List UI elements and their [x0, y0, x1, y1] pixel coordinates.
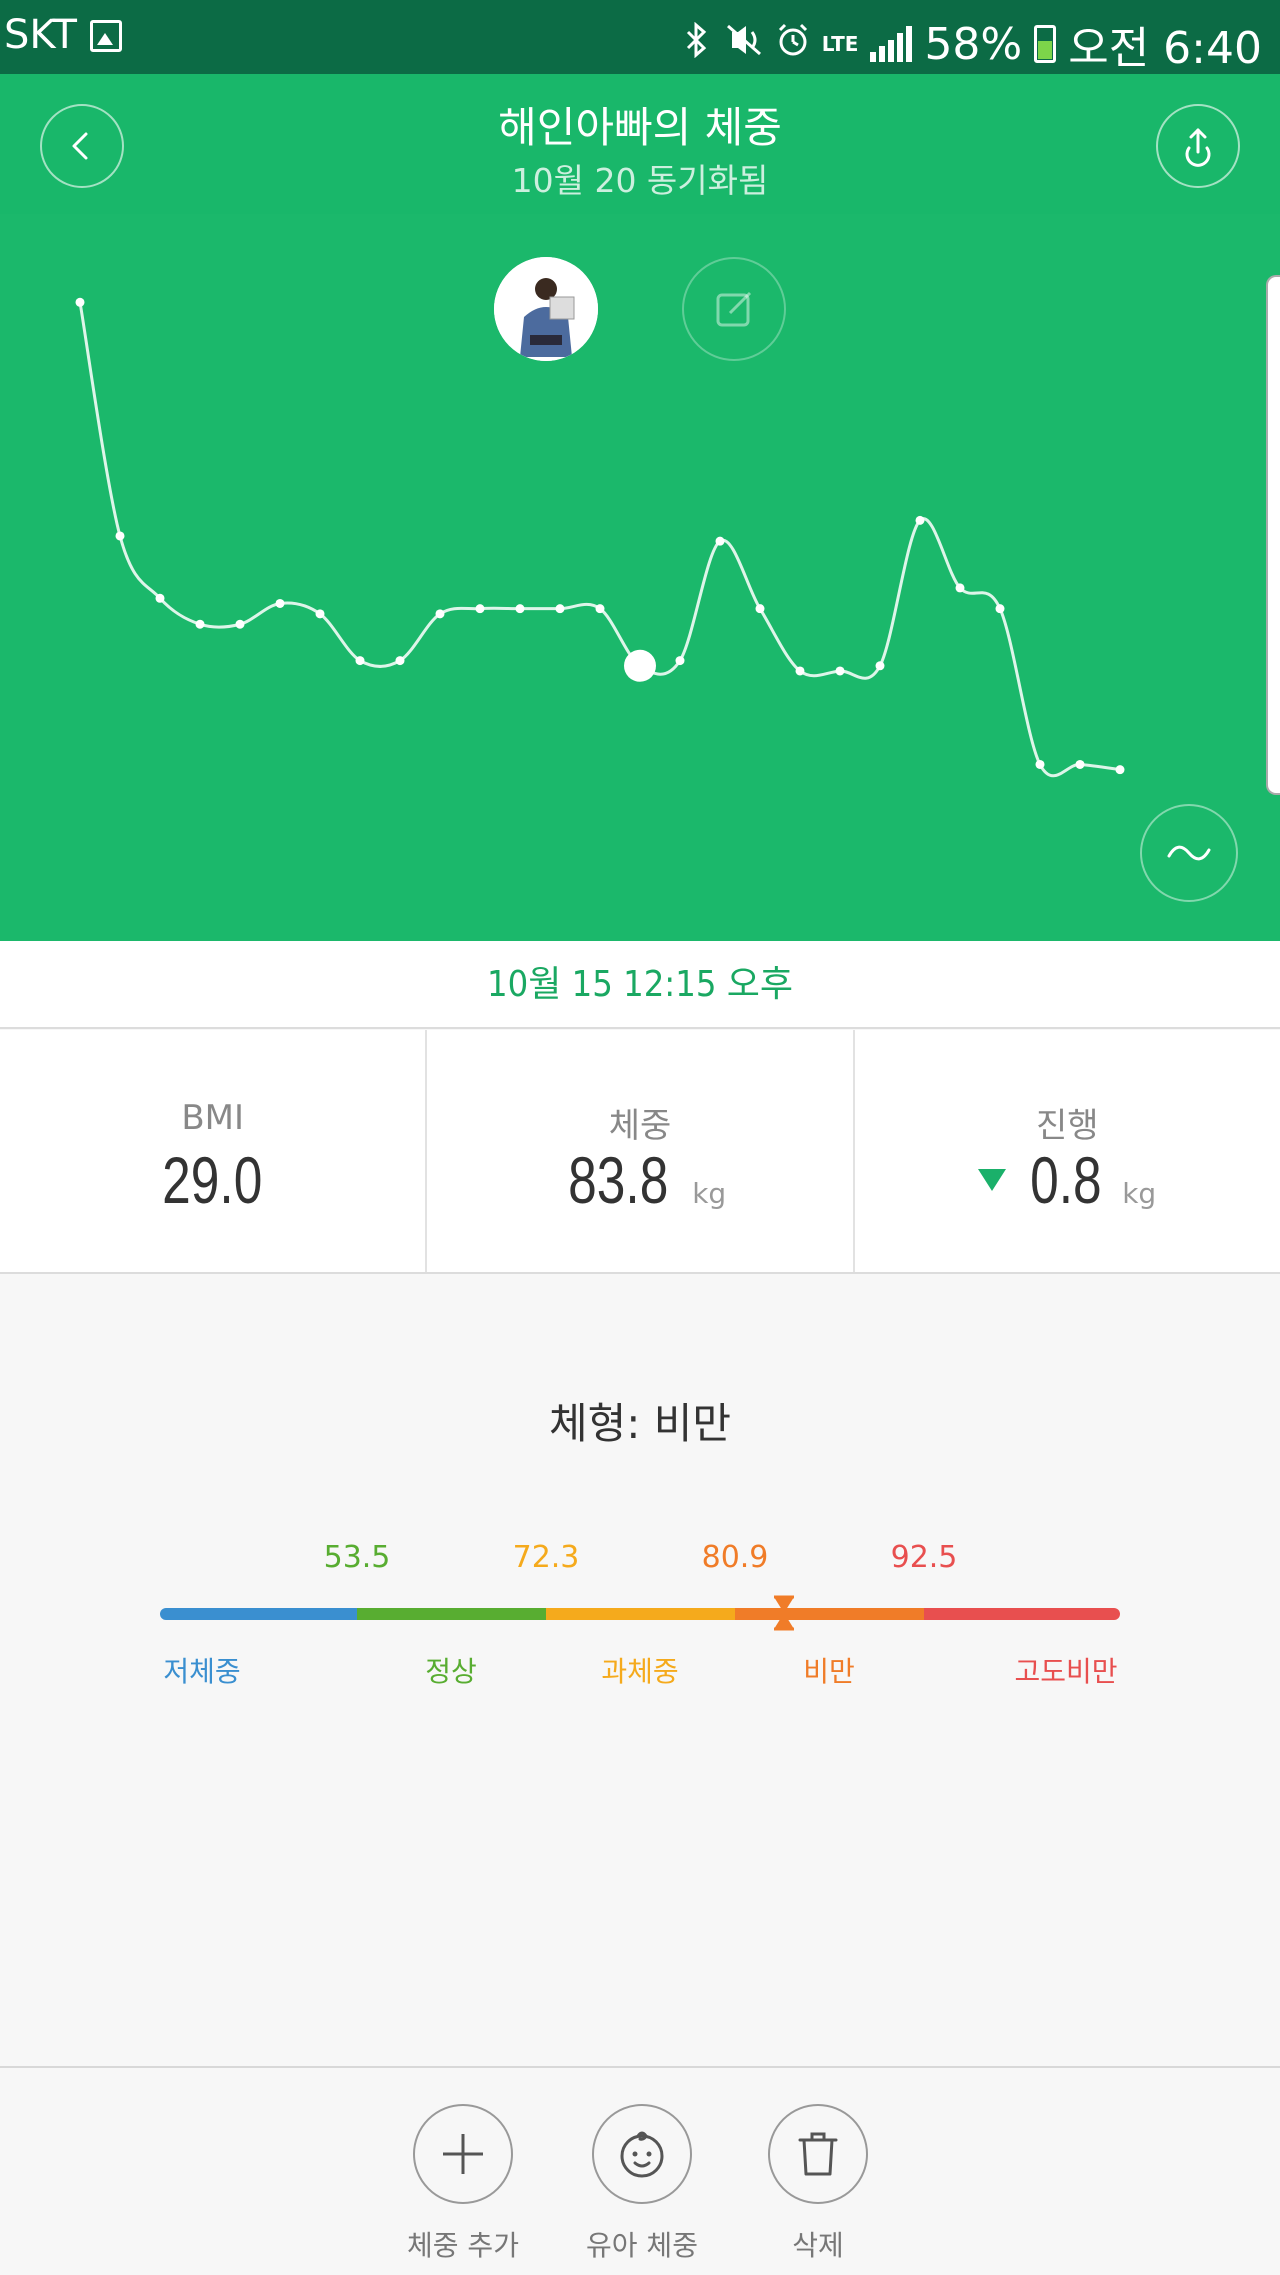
- delete-button[interactable]: 삭제: [748, 2104, 888, 2264]
- scale-segment-severely-obese: [924, 1608, 1120, 1620]
- signal-icon: [870, 26, 913, 62]
- edge-panel-handle[interactable]: [1266, 275, 1280, 795]
- selected-date: 10월 15 12:15 오후: [0, 941, 1280, 1029]
- scale-segment-overweight: [546, 1608, 735, 1620]
- bluetooth-icon: [682, 21, 712, 67]
- stat-value: 0.8: [1030, 1143, 1103, 1217]
- weight-chart-panel: [0, 214, 1280, 941]
- carrier-label: SKT: [4, 12, 77, 58]
- data-point[interactable]: [875, 661, 885, 671]
- data-point[interactable]: [155, 593, 165, 603]
- data-point[interactable]: [755, 604, 765, 614]
- delete-label: 삭제: [792, 2229, 844, 2262]
- battery-icon: [1034, 25, 1057, 63]
- stat-value: 83.8: [567, 1143, 669, 1217]
- data-point[interactable]: [75, 297, 85, 307]
- data-point[interactable]: [595, 604, 605, 614]
- baby-weight-label: 유아 체중: [586, 2229, 698, 2262]
- stat-label: 체중: [608, 1106, 672, 1146]
- upload-icon: [1185, 128, 1211, 167]
- weight-series-line: [78, 302, 1121, 778]
- plus-icon: [443, 2134, 483, 2174]
- scale-segment-obese: [735, 1608, 924, 1620]
- stat-unit: kg: [1122, 1177, 1157, 1210]
- scale-segment-normal: [357, 1608, 546, 1620]
- battery-percent: 58%: [924, 18, 1023, 70]
- data-point[interactable]: [995, 604, 1005, 614]
- category-label: 저체중: [163, 1655, 241, 1688]
- edit-icon: [716, 291, 752, 327]
- stat-value: 29.0: [162, 1143, 263, 1217]
- data-point[interactable]: [515, 604, 525, 614]
- add-weight-label: 체중 추가: [407, 2229, 519, 2262]
- stat-label: 진행: [1036, 1106, 1099, 1146]
- network-label: LTE: [821, 32, 859, 56]
- data-point[interactable]: [195, 619, 205, 629]
- stat-label: BMI: [181, 1098, 244, 1138]
- data-point[interactable]: [275, 598, 285, 608]
- avatar[interactable]: [494, 257, 598, 361]
- data-point[interactable]: [435, 609, 445, 619]
- sync-status: 10월 20 동기화됨: [511, 161, 769, 200]
- baby-weight-button[interactable]: 유아 체중: [572, 2104, 712, 2264]
- data-point[interactable]: [475, 604, 485, 614]
- data-point[interactable]: [795, 666, 805, 676]
- wave-icon: [1167, 845, 1211, 861]
- trash-icon: [798, 2132, 838, 2176]
- upload-button[interactable]: [1156, 104, 1240, 188]
- threshold-value: 80.9: [701, 1540, 769, 1575]
- down-arrow-icon: [978, 1169, 1007, 1191]
- body-type-label: 체형: 비만: [548, 1399, 732, 1448]
- page-title: 해인아빠의 체중: [498, 103, 782, 152]
- trend-toggle-button[interactable]: [1140, 804, 1238, 902]
- alarm-icon: [776, 22, 810, 67]
- stat-unit: kg: [692, 1177, 727, 1210]
- data-point[interactable]: [1075, 759, 1085, 769]
- data-point[interactable]: [395, 656, 405, 666]
- data-point[interactable]: [675, 656, 685, 666]
- vibrate-icon: [724, 22, 764, 67]
- category-label: 고도비만: [1014, 1655, 1118, 1688]
- stat-bmi: BMI 29.0: [0, 1030, 425, 1272]
- data-point[interactable]: [235, 619, 245, 629]
- data-point[interactable]: [955, 583, 965, 593]
- weight-line-chart[interactable]: [0, 214, 1280, 941]
- scale-segment-underweight: [160, 1608, 357, 1620]
- bottom-toolbar: 체중 추가 유아 체중 삭제: [0, 2066, 1280, 2275]
- data-point[interactable]: [115, 531, 125, 541]
- stat-weight: 체중 83.8 kg: [425, 1030, 852, 1272]
- clock: 오전 6:40: [1068, 23, 1262, 74]
- selected-data-point[interactable]: [624, 649, 656, 682]
- data-point[interactable]: [1115, 765, 1125, 775]
- status-bar: SKT LTE 58% 오전 6:40: [0, 0, 1280, 74]
- threshold-value: 53.5: [323, 1540, 391, 1575]
- status-icons: LTE 58% 오전 6:40: [682, 12, 1262, 76]
- current-value-marker: [774, 1595, 794, 1631]
- stats-row: BMI 29.0 체중 83.8 kg 진행 0.8 kg: [0, 1030, 1280, 1274]
- gallery-icon: [90, 20, 122, 52]
- data-point[interactable]: [555, 604, 565, 614]
- data-point[interactable]: [835, 666, 845, 676]
- threshold-value: 72.3: [512, 1540, 580, 1575]
- add-weight-button[interactable]: 체중 추가: [393, 2104, 533, 2264]
- data-point[interactable]: [355, 656, 365, 666]
- app-header: 해인아빠의 체중 10월 20 동기화됨: [0, 74, 1280, 214]
- category-label: 과체중: [601, 1655, 679, 1688]
- data-point[interactable]: [315, 609, 325, 619]
- category-label: 비만: [803, 1655, 855, 1688]
- data-point[interactable]: [1035, 759, 1045, 769]
- data-point[interactable]: [715, 536, 725, 546]
- stat-progress: 진행 0.8 kg: [852, 1030, 1280, 1272]
- baby-icon: [620, 2131, 664, 2178]
- edit-button[interactable]: [682, 257, 786, 361]
- threshold-value: 92.5: [890, 1540, 958, 1575]
- category-label: 정상: [425, 1655, 477, 1688]
- data-point[interactable]: [915, 515, 925, 525]
